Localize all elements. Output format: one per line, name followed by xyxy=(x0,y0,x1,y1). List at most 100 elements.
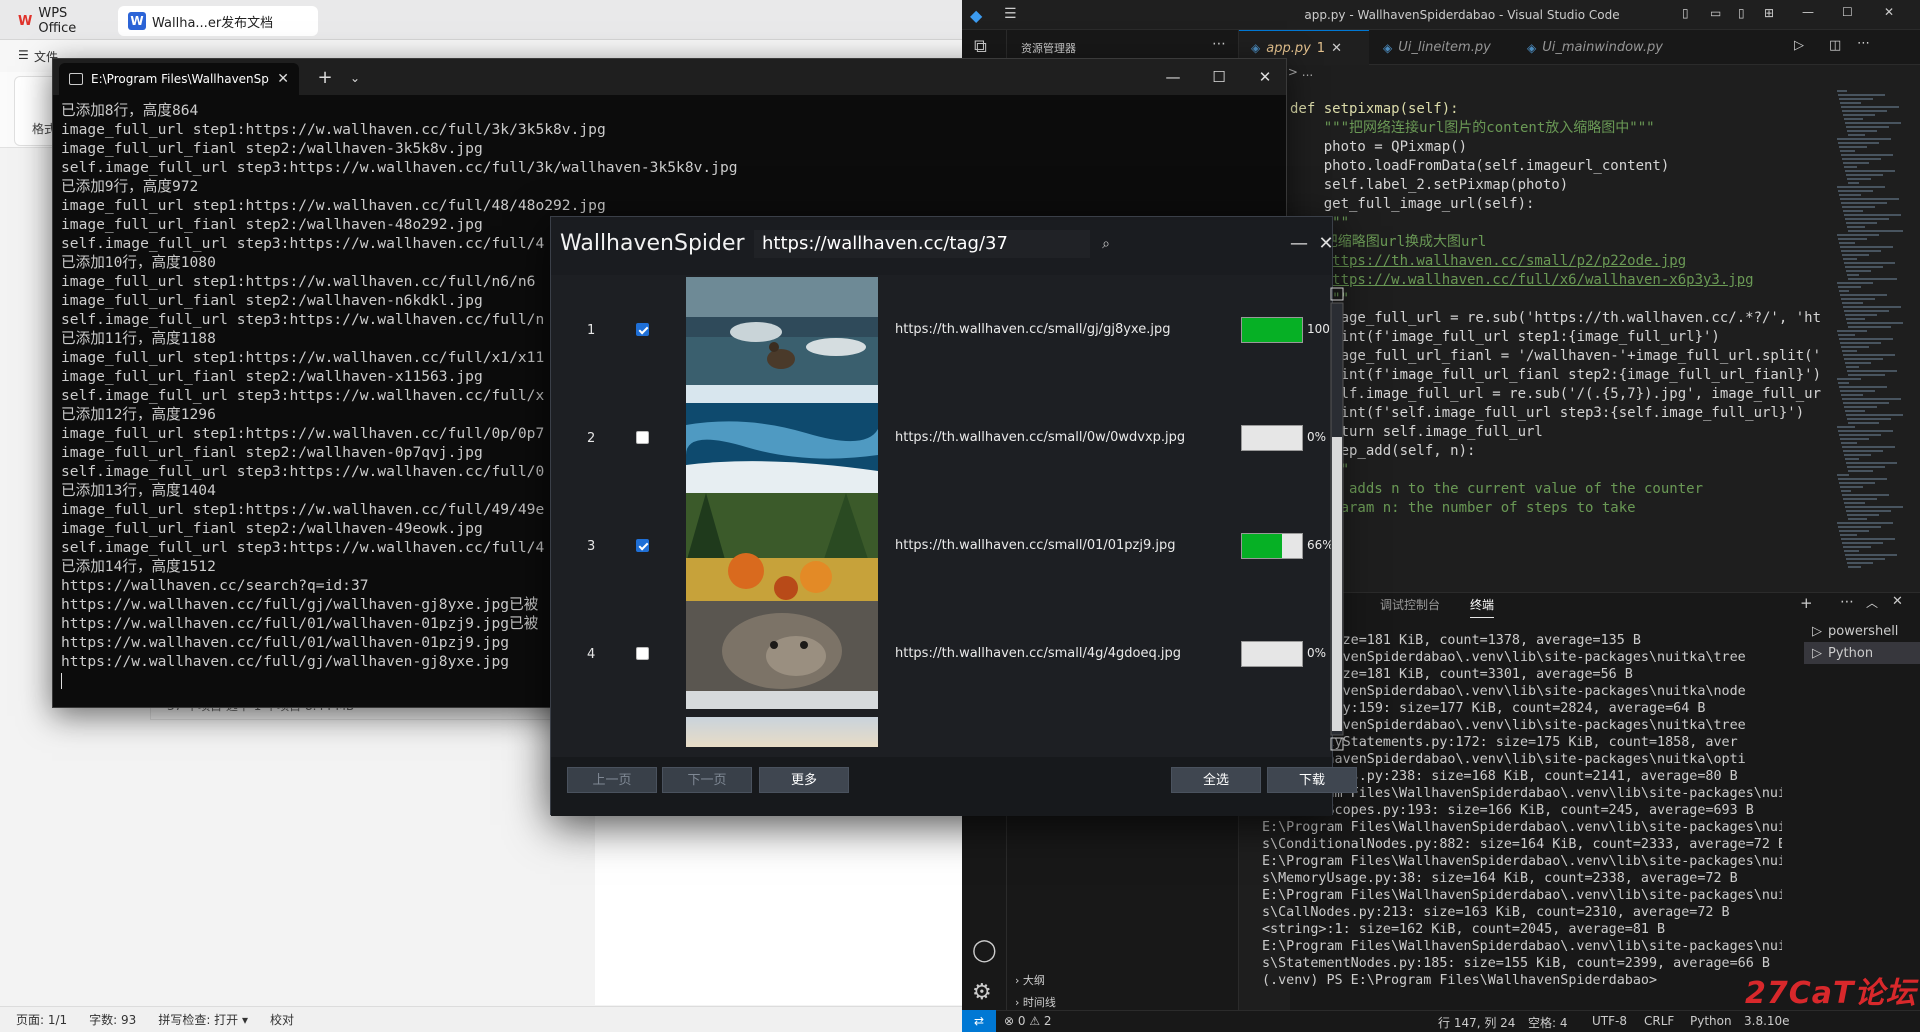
hamburger-menu-icon[interactable]: ☰ xyxy=(1004,6,1017,22)
breadcrumb[interactable]: app.py > ... xyxy=(1239,65,1920,87)
code-editor[interactable]: def setpixmap(self): """把网络连接url图片的conte… xyxy=(1290,100,1830,580)
row-checkbox[interactable] xyxy=(636,323,649,336)
minimap-line xyxy=(1837,378,1861,380)
account-icon[interactable]: ◯ xyxy=(972,938,997,963)
tab-terminal[interactable]: 终端 xyxy=(1470,596,1495,618)
terminal-close-button[interactable]: ✕ xyxy=(1242,59,1288,95)
run-python-icon[interactable]: ▷ xyxy=(1794,38,1804,53)
url-input[interactable]: https://wallhaven.cc/tag/37 xyxy=(753,229,1091,259)
search-icon[interactable]: ⌕ xyxy=(1091,229,1121,259)
timeline-label: 时间线 xyxy=(1022,996,1056,1009)
minimize-button[interactable]: — xyxy=(1284,229,1314,259)
encoding[interactable]: UTF-8 xyxy=(1592,1014,1627,1028)
row-checkbox[interactable] xyxy=(636,647,649,660)
terminal-item-powershell[interactable]: ▷ powershell xyxy=(1804,620,1920,642)
timeline-section[interactable]: › 时间线 xyxy=(1015,994,1056,1010)
minimap-line xyxy=(1839,290,1849,292)
tab-ui-mainwindow[interactable]: ◈ Ui_mainwindow.py xyxy=(1515,30,1675,65)
minimap-line xyxy=(1840,150,1855,152)
row-checkbox[interactable] xyxy=(636,431,649,444)
indentation[interactable]: 空格: 4 xyxy=(1528,1014,1568,1031)
vscode-logo-icon: ◆ xyxy=(970,6,983,25)
tab-debug-console[interactable]: 调试控制台 xyxy=(1380,596,1440,618)
terminal-line: (.venv) PS E:\Program Files\WallhavenSpi… xyxy=(1262,973,1658,988)
wps-spellcheck-toggle[interactable]: 拼写检查: 打开 ▾ xyxy=(158,1011,248,1028)
more-button[interactable]: 更多 xyxy=(759,767,849,793)
problems-indicator[interactable]: ⊗ 0 ⚠ 2 xyxy=(1004,1014,1052,1028)
minimap-line xyxy=(1843,258,1857,260)
minimap-line xyxy=(1838,382,1849,384)
chevron-down-icon[interactable]: ⌄ xyxy=(343,65,367,91)
next-page-button[interactable]: 下一页 xyxy=(662,767,752,793)
python-version[interactable]: 3.8.10e xyxy=(1744,1014,1790,1028)
wps-office-tab-label: WPS Office xyxy=(38,6,77,36)
toggle-sidebar-icon[interactable]: ▯ xyxy=(1682,6,1689,20)
outline-section[interactable]: › 大纲 xyxy=(1015,972,1045,988)
minimap-line xyxy=(1847,418,1891,420)
select-all-button[interactable]: 全选 xyxy=(1171,767,1261,793)
language-mode[interactable]: Python xyxy=(1690,1014,1732,1028)
minimap-line xyxy=(1844,166,1857,168)
toggle-secondary-sidebar-icon[interactable]: ▯ xyxy=(1738,6,1745,20)
minimap-line xyxy=(1847,178,1871,180)
terminal-list: ▷ powershell ▷ Python xyxy=(1804,620,1920,664)
minimap-line xyxy=(1846,462,1897,464)
panel-more-icon[interactable]: ⋯ xyxy=(1840,594,1854,610)
progress-percent: 0% xyxy=(1307,646,1327,660)
image-url: https://th.wallhaven.cc/small/gj/gj8yxe.… xyxy=(895,322,1171,337)
minimap-line xyxy=(1837,330,1867,332)
minimap-line xyxy=(1844,502,1865,504)
minimap-line xyxy=(1839,242,1855,244)
terminal-line: self.image_full_url step3:https://w.wall… xyxy=(61,159,738,176)
explorer-icon[interactable]: ⧉ xyxy=(974,36,987,57)
terminal-line: E:\Program Files\WallhavenSpiderdabao\.v… xyxy=(1262,939,1782,954)
terminal-minimize-button[interactable]: — xyxy=(1150,59,1196,95)
tab-ui-lineitem[interactable]: ◈ Ui_lineitem.py xyxy=(1371,30,1513,65)
minimap-line xyxy=(1844,454,1871,456)
line-ending[interactable]: CRLF xyxy=(1644,1014,1674,1028)
toggle-panel-icon[interactable]: ▭ xyxy=(1710,6,1721,20)
vscode-close-button[interactable]: ✕ xyxy=(1884,5,1894,19)
minimap-line xyxy=(1848,518,1867,520)
minimap-line xyxy=(1837,90,1847,92)
vscode-maximize-button[interactable]: ☐ xyxy=(1842,5,1853,19)
explorer-more-icon[interactable]: ⋯ xyxy=(1212,36,1226,52)
download-button[interactable]: 下载 xyxy=(1267,767,1357,793)
cursor-position[interactable]: 行 147, 列 24 xyxy=(1438,1014,1515,1031)
maximize-panel-icon[interactable]: ︿ xyxy=(1866,594,1878,611)
minimap-line xyxy=(1841,202,1887,204)
customize-layout-icon[interactable]: ⊞ xyxy=(1764,6,1774,20)
minimap-line xyxy=(1843,402,1889,404)
close-panel-icon[interactable]: ✕ xyxy=(1892,594,1903,609)
minimap[interactable] xyxy=(1837,90,1907,590)
code-line: return self.image_full_url xyxy=(1290,424,1543,440)
row-number: 1 xyxy=(587,323,596,338)
wps-document-page[interactable] xyxy=(595,800,965,1005)
tab-close-icon[interactable]: ✕ xyxy=(1331,41,1342,56)
close-button[interactable]: ✕ xyxy=(1316,229,1336,259)
vscode-minimize-button[interactable]: — xyxy=(1802,5,1814,19)
settings-gear-icon[interactable]: ⚙ xyxy=(972,980,992,1005)
minimap-line xyxy=(1837,474,1849,476)
thumbnail-image xyxy=(686,385,878,493)
prev-page-button[interactable]: 上一页 xyxy=(567,767,657,793)
terminal-maximize-button[interactable]: ☐ xyxy=(1196,59,1242,95)
terminal-tab[interactable]: E:\Program Files\WallhavenSp ✕ xyxy=(59,63,299,95)
wps-proofread-button[interactable]: 校对 xyxy=(270,1011,294,1028)
terminal-item-python[interactable]: ▷ Python xyxy=(1804,642,1920,664)
row-checkbox[interactable] xyxy=(636,539,649,552)
new-terminal-icon[interactable]: + xyxy=(1800,594,1813,612)
list-scrollbar[interactable] xyxy=(1330,287,1344,751)
minimap-line xyxy=(1844,406,1877,408)
split-editor-icon[interactable]: ◫ xyxy=(1829,38,1841,53)
close-icon[interactable]: ✕ xyxy=(277,71,289,87)
wps-menu-icon[interactable]: ☰ xyxy=(18,48,29,62)
wps-document-tab[interactable]: W Wallha...er发布文档 xyxy=(118,6,318,36)
progress-bar xyxy=(1241,641,1303,667)
remote-indicator-icon[interactable]: ⇄ xyxy=(962,1010,996,1032)
minimap-line xyxy=(1838,430,1893,432)
editor-tab-bar: ◈ app.py 1 ✕ ◈ Ui_lineitem.py ◈ Ui_mainw… xyxy=(1239,30,1920,65)
wps-office-tab[interactable]: W WPS Office xyxy=(8,6,113,36)
new-tab-button[interactable]: + xyxy=(311,65,339,91)
editor-more-icon[interactable]: ⋯ xyxy=(1857,36,1870,51)
